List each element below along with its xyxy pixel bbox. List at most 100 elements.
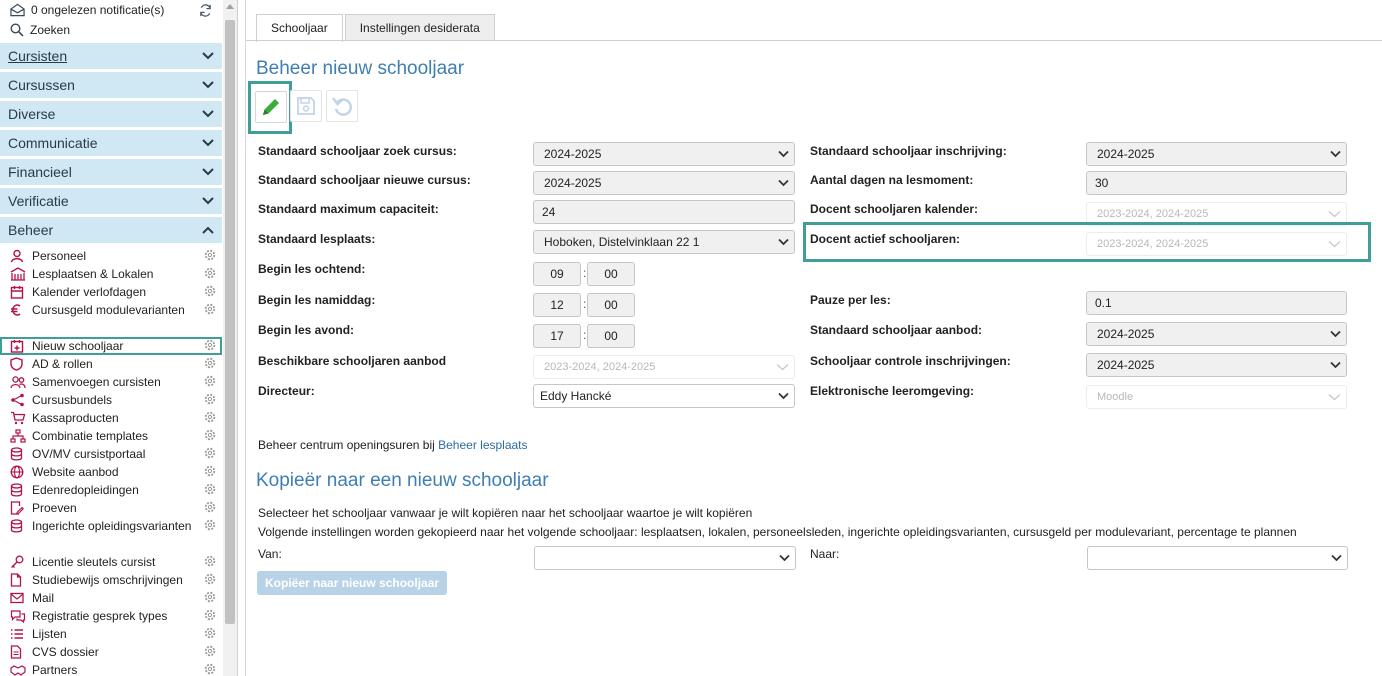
sidebar-item-edenred[interactable]: Edenredopleidingen — [0, 481, 222, 499]
section-cursussen[interactable]: Cursussen — [0, 72, 222, 98]
sidebar-item-partners[interactable]: Partners — [0, 661, 222, 676]
section-diverse[interactable]: Diverse — [0, 101, 222, 127]
search-link[interactable]: Zoeken — [0, 20, 222, 40]
ochtend-minute-input[interactable]: 00 — [587, 262, 635, 286]
section-financieel[interactable]: Financieel — [0, 159, 222, 185]
sidebar-scrollbar[interactable] — [223, 0, 237, 676]
sidebar-item-combinatie[interactable]: Combinatie templates — [0, 427, 222, 445]
scroll-up-arrow-icon[interactable] — [226, 4, 234, 9]
notifications-link[interactable]: 0 ongelezen notificatie(s) — [0, 0, 222, 20]
sidebar-item-studiebewijs[interactable]: Studiebewijs omschrijvingen — [0, 571, 222, 589]
namiddag-minute-input[interactable]: 00 — [587, 293, 635, 317]
actief-select[interactable]: 2023-2024, 2024-2025 — [1086, 232, 1347, 256]
nodes-icon — [10, 391, 26, 409]
chevron-down-icon — [202, 81, 214, 89]
list-icon — [10, 625, 26, 643]
capaciteit-input[interactable]: 24 — [533, 200, 795, 224]
beschikbare-select[interactable]: 2023-2024, 2024-2025 — [533, 355, 795, 379]
namiddag-hour-input[interactable]: 12 — [533, 293, 581, 317]
naar-select[interactable] — [1087, 546, 1348, 570]
sidebar-item-cursusgeld[interactable]: Cursusgeld modulevarianten — [0, 301, 222, 337]
gear-icon[interactable] — [204, 591, 216, 603]
ochtend-hour-input[interactable]: 09 — [533, 262, 581, 286]
gear-icon[interactable] — [204, 555, 216, 567]
avond-hour-input[interactable]: 17 — [533, 324, 581, 348]
gear-icon[interactable] — [204, 627, 216, 639]
gear-icon[interactable] — [204, 267, 216, 279]
section-cursisten[interactable]: Cursisten — [0, 43, 222, 69]
sidebar-item-samenvoegen[interactable]: Samenvoegen cursisten — [0, 373, 222, 391]
section-communicatie[interactable]: Communicatie — [0, 130, 222, 156]
sidebar-item-mail[interactable]: Mail — [0, 589, 222, 607]
sidebar-item-website-aanbod[interactable]: Website aanbod — [0, 463, 222, 481]
sidebar-item-ingerichte[interactable]: Ingerichte opleidingsvarianten — [0, 517, 222, 553]
gear-icon[interactable] — [204, 573, 216, 585]
gear-icon[interactable] — [204, 483, 216, 495]
refresh-icon[interactable] — [199, 4, 212, 17]
gear-icon[interactable] — [204, 339, 216, 351]
time-separator: : — [583, 328, 587, 342]
gear-icon[interactable] — [204, 393, 216, 405]
sidebar-item-kalender[interactable]: Kalender verlofdagen — [0, 283, 222, 301]
gear-icon[interactable] — [204, 375, 216, 387]
gear-icon[interactable] — [204, 465, 216, 477]
gear-icon[interactable] — [204, 447, 216, 459]
sidebar-item-lesplaatsen[interactable]: Lesplaatsen & Lokalen — [0, 265, 222, 283]
inschrijving-select[interactable]: 2024-2025 — [1086, 142, 1347, 166]
tab-schooljaar[interactable]: Schooljaar — [256, 14, 343, 42]
gear-icon[interactable] — [204, 519, 216, 531]
sidebar-item-label: OV/MV cursistportaal — [32, 447, 146, 461]
avond-minute-input[interactable]: 00 — [587, 324, 635, 348]
nieuwe-cursus-select[interactable]: 2024-2025 — [533, 171, 795, 195]
van-select[interactable] — [534, 546, 796, 570]
elo-select[interactable]: Moodle — [1086, 385, 1347, 409]
gear-icon[interactable] — [204, 285, 216, 297]
aanbod-select[interactable]: 2024-2025 — [1086, 322, 1347, 346]
lesplaats-select[interactable]: Hoboken, Distelvinklaan 22 1 — [533, 230, 795, 254]
sidebar-item-cvs[interactable]: CVS dossier — [0, 643, 222, 661]
copy-section-title: Kopieër naar een nieuw schooljaar — [256, 470, 549, 491]
tab-instellingen-desiderata[interactable]: Instellingen desiderata — [344, 14, 495, 41]
sidebar-content: 0 ongelezen notificatie(s) Zoeken Cursis… — [0, 0, 222, 676]
sidebar-item-licentie[interactable]: Licentie sleutels cursist — [0, 553, 222, 571]
section-label: Cursisten — [8, 48, 68, 64]
sidebar-item-label: Cursusbundels — [32, 393, 113, 407]
sidebar-item-nieuw-schooljaar[interactable]: Nieuw schooljaar — [0, 337, 222, 355]
shield-icon — [10, 355, 26, 373]
dagen-input[interactable]: 30 — [1086, 171, 1347, 195]
beheer-lesplaats-link[interactable]: Beheer lesplaats — [438, 438, 527, 452]
sidebar-item-label: Registratie gesprek types — [32, 609, 168, 623]
gear-icon[interactable] — [204, 411, 216, 423]
gear-icon[interactable] — [204, 303, 216, 315]
scrollbar-thumb[interactable] — [225, 20, 235, 624]
sidebar-item-proeven[interactable]: Proeven — [0, 499, 222, 517]
kopieer-button[interactable]: Kopiëer naar nieuw schooljaar — [257, 571, 448, 595]
sidebar-item-registratie[interactable]: Registratie gesprek types — [0, 607, 222, 625]
sidebar-item-kassaproducten[interactable]: Kassaproducten — [0, 409, 222, 427]
chevron-up-icon — [202, 226, 214, 234]
pauze-input[interactable]: 0.1 — [1086, 291, 1347, 315]
chevron-down-icon — [776, 364, 789, 371]
edit-button[interactable] — [255, 91, 287, 123]
controle-select[interactable]: 2024-2025 — [1086, 353, 1347, 377]
sidebar-item-ovmv[interactable]: OV/MV cursistportaal — [0, 445, 222, 463]
gear-icon[interactable] — [204, 429, 216, 441]
sidebar-item-cursusbundels[interactable]: Cursusbundels — [0, 391, 222, 409]
sidebar-item-lijsten[interactable]: Lijsten — [0, 625, 222, 643]
kalender-label: Docent schooljaren kalender: — [810, 202, 979, 216]
zoek-cursus-select[interactable]: 2024-2025 — [533, 142, 795, 166]
sidebar-item-personeel[interactable]: Personeel — [0, 247, 222, 265]
save-button[interactable] — [290, 90, 322, 122]
gear-icon[interactable] — [204, 663, 216, 675]
gear-icon[interactable] — [204, 249, 216, 261]
directeur-select[interactable]: Eddy Hancké — [533, 384, 795, 408]
gear-icon[interactable] — [204, 501, 216, 513]
undo-button[interactable] — [326, 90, 358, 122]
gear-icon[interactable] — [204, 357, 216, 369]
section-verificatie[interactable]: Verificatie — [0, 188, 222, 214]
sidebar-item-label: Kassaproducten — [32, 411, 119, 425]
section-beheer[interactable]: Beheer — [0, 217, 222, 243]
gear-icon[interactable] — [204, 609, 216, 621]
sidebar-item-ad-rollen[interactable]: AD & rollen — [0, 355, 222, 373]
gear-icon[interactable] — [204, 645, 216, 657]
